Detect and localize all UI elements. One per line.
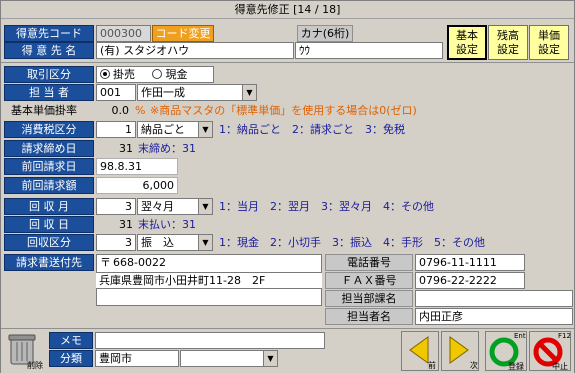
- category-field[interactable]: 豊岡市: [95, 350, 179, 367]
- postal-code-field[interactable]: 668-0022: [113, 254, 166, 271]
- customer-name-field[interactable]: (有) スタジオハウ: [96, 42, 294, 59]
- fax-label: ＦＡＸ番号: [325, 272, 413, 289]
- balance-settings-button[interactable]: 残高 設定: [488, 25, 528, 60]
- department-label: 担当部課名: [325, 290, 413, 307]
- memo-field[interactable]: [95, 332, 325, 349]
- next-label: 次: [470, 361, 478, 370]
- last-invoice-date-label: 前回請求日: [4, 158, 94, 175]
- last-invoice-amount-label: 前回請求額: [4, 177, 94, 194]
- chevron-down-icon: ▼: [263, 351, 277, 366]
- collection-day-label: 回 収 日: [4, 216, 94, 233]
- chevron-down-icon: ▼: [198, 235, 212, 250]
- memo-label: メモ: [49, 332, 93, 349]
- department-field[interactable]: [415, 290, 573, 307]
- collection-type-code[interactable]: 3: [96, 234, 136, 251]
- contact-person-field[interactable]: 内田正彦: [415, 308, 573, 325]
- radio-cash[interactable]: 現金: [152, 68, 187, 81]
- code-field: 000300: [96, 25, 151, 42]
- radio-credit-icon: [100, 69, 110, 79]
- delete-label: 削除: [27, 361, 43, 370]
- collection-month-select-value: 翌々月: [141, 200, 174, 213]
- tax-type-select-value: 納品ごと: [141, 123, 185, 136]
- separator: [1, 62, 574, 63]
- last-invoice-date-field[interactable]: 98.8.31: [96, 158, 178, 175]
- staff-select[interactable]: 作田一成 ▼: [137, 84, 257, 101]
- balance-settings-line1: 残高: [497, 29, 519, 42]
- kana-field[interactable]: ｳｳ: [295, 42, 443, 59]
- basic-settings-button[interactable]: 基本 設定: [447, 25, 487, 60]
- prev-button[interactable]: 前: [401, 331, 439, 371]
- staff-label: 担 当 者: [4, 84, 94, 101]
- chevron-down-icon: ▼: [198, 199, 212, 214]
- chevron-down-icon: ▼: [198, 122, 212, 137]
- tax-type-label: 消費税区分: [4, 121, 94, 138]
- prev-label: 前: [428, 361, 436, 370]
- collection-type-label: 回収区分: [4, 234, 94, 251]
- radio-cash-icon: [152, 69, 163, 79]
- radio-cash-label: 現金: [165, 68, 188, 81]
- base-rate-value[interactable]: 0.0: [99, 102, 130, 119]
- window-title: 得意先修正 [14 / 18]: [1, 1, 574, 19]
- closing-day-text: 末締め：31: [138, 142, 196, 155]
- base-rate-label: 基本単価掛率: [11, 104, 77, 117]
- tax-type-help: 1：納品ごと 2：請求ごと 3：免税: [219, 123, 405, 136]
- collection-month-help: 1：当月 2：翌月 3：翌々月 4：その他: [219, 200, 434, 213]
- contact-person-label: 担当者名: [325, 308, 413, 325]
- customer-edit-window: 得意先修正 [14 / 18] 得意先コード 000300 コード変更 カナ(6…: [0, 0, 575, 373]
- tel-field[interactable]: 0796-11-1111: [415, 254, 525, 271]
- tel-label: 電話番号: [325, 254, 413, 271]
- code-label: 得意先コード: [4, 25, 94, 42]
- bottom-toolbar: 削除 メモ 分類 豊岡市 ▼ 前 次 Ent 登録 F12 中止: [1, 328, 574, 373]
- basic-settings-line1: 基本: [456, 29, 478, 42]
- radio-credit[interactable]: 掛売: [100, 68, 135, 81]
- price-settings-line1: 単価: [538, 29, 560, 42]
- delete-button[interactable]: 削除: [5, 332, 45, 370]
- closing-day-label: 請求締め日: [4, 140, 94, 157]
- tax-type-code[interactable]: 1: [96, 121, 136, 138]
- arrow-left-icon: [409, 336, 429, 364]
- collection-month-select[interactable]: 翌々月 ▼: [137, 198, 213, 215]
- collection-month-code[interactable]: 3: [96, 198, 136, 215]
- code-change-button[interactable]: コード変更: [152, 25, 214, 42]
- collection-type-select-value: 振 込: [141, 236, 174, 249]
- transaction-type-label: 取引区分: [4, 66, 94, 83]
- postal-mark: 〒: [100, 256, 111, 269]
- radio-credit-label: 掛売: [113, 68, 135, 81]
- category-label: 分類: [49, 350, 93, 367]
- tax-type-select[interactable]: 納品ごと ▼: [137, 121, 213, 138]
- category-select[interactable]: ▼: [180, 350, 278, 367]
- collection-month-label: 回 収 月: [4, 198, 94, 215]
- save-label: 登録: [508, 362, 524, 371]
- address-line2-field[interactable]: [96, 289, 322, 306]
- collection-day-text: 末払い：31: [138, 218, 196, 231]
- staff-code-field[interactable]: 001: [96, 84, 136, 101]
- collection-type-help: 1：現金 2：小切手 3：振込 4：手形 5：その他: [219, 236, 485, 249]
- name-label: 得 意 先 名: [4, 42, 94, 59]
- closing-day-value[interactable]: 31: [99, 140, 133, 157]
- transaction-type-radio-group: 掛売 現金: [96, 66, 214, 83]
- staff-select-value: 作田一成: [141, 86, 185, 99]
- base-rate-unit: %: [135, 104, 146, 117]
- kana-label: カナ(6桁): [297, 25, 353, 42]
- base-rate-note: ※商品マスタの「標準単価」を使用する場合は0(ゼロ): [150, 104, 417, 117]
- collection-day-value[interactable]: 31: [99, 216, 133, 233]
- price-settings-button[interactable]: 単価 設定: [529, 25, 569, 60]
- basic-settings-line2: 設定: [456, 43, 478, 56]
- price-settings-line2: 設定: [538, 43, 560, 56]
- billing-address-label: 請求書送付先: [4, 254, 94, 271]
- balance-settings-line2: 設定: [497, 43, 519, 56]
- address-line1-field[interactable]: 兵庫県豊岡市小田井町11-28 2F: [96, 272, 322, 289]
- fax-field[interactable]: 0796-22-2222: [415, 272, 525, 289]
- arrow-right-icon: [449, 336, 469, 364]
- next-button[interactable]: 次: [441, 331, 479, 371]
- cancel-label: 中止: [552, 362, 568, 371]
- save-button[interactable]: Ent 登録: [485, 331, 527, 371]
- cancel-button[interactable]: F12 中止: [529, 331, 571, 371]
- last-invoice-amount-field[interactable]: 6,000: [96, 177, 178, 194]
- collection-type-select[interactable]: 振 込 ▼: [137, 234, 213, 251]
- chevron-down-icon: ▼: [242, 85, 256, 100]
